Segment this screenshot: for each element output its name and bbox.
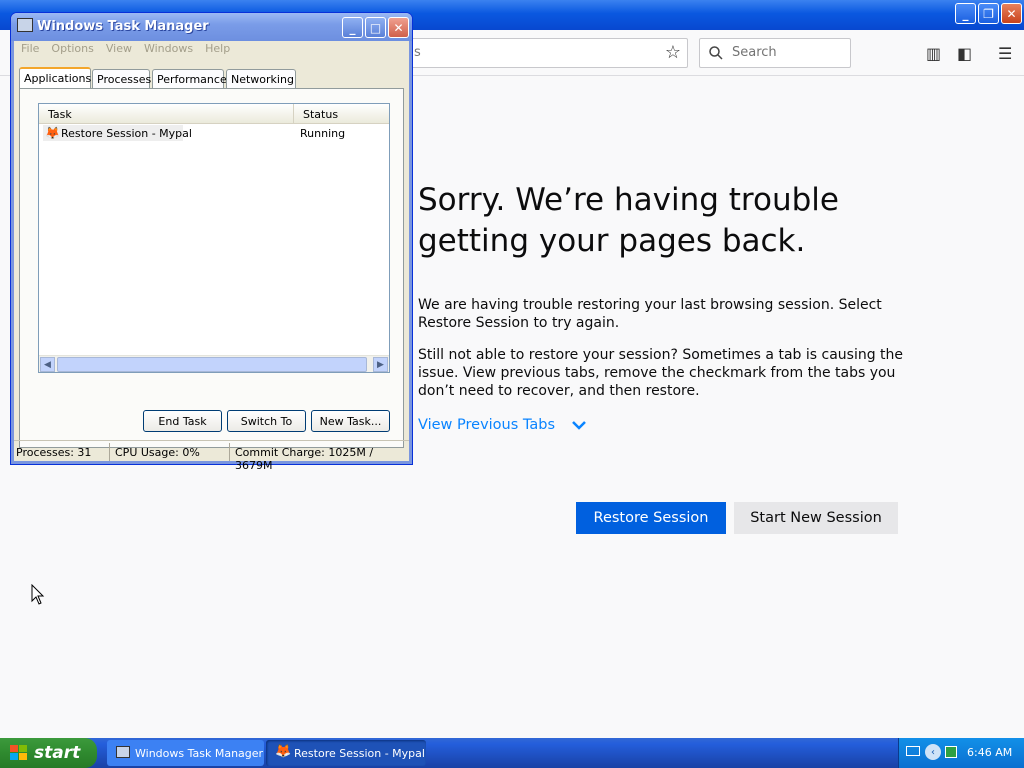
scroll-left-icon[interactable]: ◀ <box>40 357 55 372</box>
horizontal-scrollbar[interactable]: ◀ ▶ <box>39 355 389 372</box>
task-name: Restore Session - Mypal <box>61 127 192 140</box>
task-manager-titlebar[interactable]: Windows Task Manager _ □ ✕ <box>11 13 412 41</box>
minimize-button[interactable]: _ <box>955 3 976 24</box>
list-header: Task Status <box>39 104 389 124</box>
app-icon: 🦊 <box>45 126 60 140</box>
keyboard-icon[interactable] <box>906 746 920 756</box>
column-task[interactable]: Task <box>48 108 72 121</box>
error-heading: Sorry. We’re having trouble getting your… <box>418 182 839 259</box>
library-icon[interactable]: ▥ <box>926 44 941 63</box>
windows-logo-icon <box>10 745 27 760</box>
tab-processes[interactable]: Processes <box>92 69 151 89</box>
cpu-usage: CPU Usage: 0% <box>115 446 200 459</box>
status-divider <box>109 443 110 461</box>
search-input[interactable]: Search <box>699 38 851 68</box>
taskbar-item-task-manager[interactable]: Windows Task Manager <box>107 740 264 766</box>
chevron-left-icon[interactable]: ‹ <box>925 744 941 760</box>
view-previous-tabs-link[interactable]: View Previous Tabs <box>418 417 555 433</box>
menu-options[interactable]: Options <box>51 42 93 55</box>
tab-networking[interactable]: Networking <box>226 69 296 89</box>
restore-button[interactable]: ❐ <box>978 3 999 24</box>
close-button[interactable]: ✕ <box>388 17 409 38</box>
column-status[interactable]: Status <box>293 104 338 123</box>
taskbar-item-mypal[interactable]: 🦊 Restore Session - Mypal <box>266 740 426 766</box>
menu-view[interactable]: View <box>106 42 132 55</box>
mouse-cursor-icon <box>31 584 45 605</box>
minimize-button[interactable]: _ <box>342 17 363 38</box>
scroll-right-icon[interactable]: ▶ <box>373 357 388 372</box>
switch-to-button[interactable]: Switch To <box>227 410 306 432</box>
chevron-down-icon[interactable] <box>571 419 587 431</box>
tab-applications[interactable]: Applications <box>19 67 91 89</box>
url-bar[interactable]: s ☆ <box>405 38 688 68</box>
menu-windows[interactable]: Windows <box>144 42 193 55</box>
search-placeholder: Search <box>732 45 777 60</box>
start-button[interactable]: start <box>0 738 97 768</box>
mypal-icon: 🦊 <box>275 744 292 759</box>
menu-bar: File Options View Windows Help <box>15 42 236 62</box>
error-content: Sorry. We’re having trouble getting your… <box>418 180 918 400</box>
menu-file[interactable]: File <box>21 42 39 55</box>
restore-session-button[interactable]: Restore Session <box>576 502 726 534</box>
status-bar: Processes: 31 CPU Usage: 0% Commit Charg… <box>14 440 409 472</box>
end-task-button[interactable]: End Task <box>143 410 222 432</box>
menu-icon[interactable]: ☰ <box>998 44 1012 63</box>
task-manager-window: Windows Task Manager _ □ ✕ File Options Vi… <box>10 12 413 472</box>
table-row[interactable]: 🦊 Restore Session - Mypal Running <box>41 125 387 143</box>
system-tray: ‹ 6:46 AM <box>898 738 1024 768</box>
window-title: Windows Task Manager <box>37 19 209 34</box>
sidebar-icon[interactable]: ◧ <box>957 44 972 63</box>
task-manager-icon <box>17 18 33 32</box>
taskbar: start Windows Task Manager 🦊 Restore Ses… <box>0 738 1024 768</box>
start-new-session-button[interactable]: Start New Session <box>734 502 898 534</box>
maximize-button[interactable]: □ <box>365 17 386 38</box>
taskbar-item-label: Restore Session - Mypal <box>294 746 425 760</box>
search-icon <box>709 46 723 60</box>
commit-charge: Commit Charge: 1025M / 3679M <box>235 446 374 472</box>
task-manager-icon <box>116 746 130 758</box>
clock[interactable]: 6:46 AM <box>967 746 1012 759</box>
start-label: start <box>34 743 81 763</box>
applications-panel: Task Status 🦊 Restore Session - Mypal Ru… <box>19 88 404 448</box>
error-description: We are having trouble restoring your las… <box>418 297 882 331</box>
new-task-button[interactable]: New Task... <box>311 410 390 432</box>
status-divider <box>229 443 230 461</box>
taskbar-item-label: Windows Task Manager <box>135 746 264 760</box>
tab-performance[interactable]: Performance <box>152 69 227 89</box>
menu-help[interactable]: Help <box>205 42 230 55</box>
bookmark-star-icon[interactable]: ☆ <box>665 42 681 63</box>
close-button[interactable]: ✕ <box>1001 3 1022 24</box>
task-status: Running <box>300 127 346 140</box>
task-list[interactable]: Task Status 🦊 Restore Session - Mypal Ru… <box>38 103 390 373</box>
scroll-thumb[interactable] <box>57 357 367 372</box>
network-icon[interactable] <box>945 746 957 758</box>
processes-count: Processes: 31 <box>16 446 92 459</box>
error-hint: Still not able to restore your session? … <box>418 347 904 399</box>
url-text: s <box>414 45 421 60</box>
